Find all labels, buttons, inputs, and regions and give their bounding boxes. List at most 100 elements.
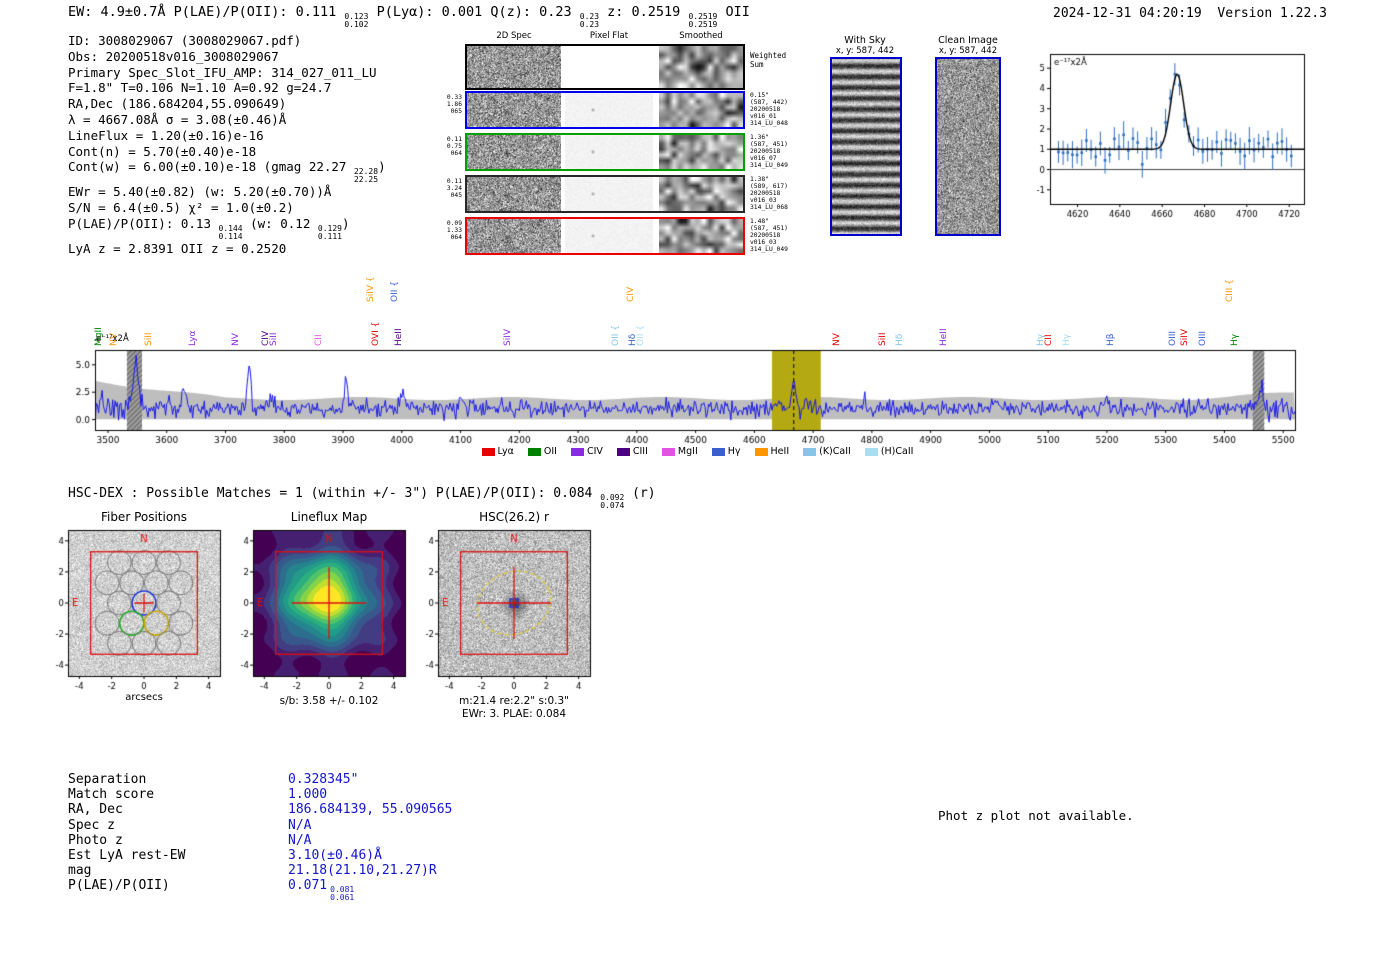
match-table-label: mag xyxy=(68,863,92,879)
legend-swatch xyxy=(527,447,541,456)
legend-label: (H)CaII xyxy=(880,446,914,457)
legend-label: HeII xyxy=(770,446,790,457)
match-table-value: N/A xyxy=(288,832,312,848)
cutout-row-2 xyxy=(465,133,745,171)
full-spectrum-plot xyxy=(55,346,1345,452)
legend-label: (K)CaII xyxy=(819,446,851,457)
match-table-label: Spec z xyxy=(68,817,115,833)
line-label-OII: OII { xyxy=(636,325,647,346)
match-table-row: P(LAE)/P(OII) 0.071 0.081 0.061 xyxy=(68,878,452,902)
cutout-smoothed-image xyxy=(659,93,743,127)
legend-label: Lyα xyxy=(497,446,514,457)
cutout-2dspec-image xyxy=(467,93,561,127)
cutout-smoothed-image xyxy=(659,177,743,211)
emission-line-legend: Lyα OII CIV CIII MgII Hγ HeII (K)CaII (H)CaII xyxy=(95,446,1300,457)
emission-line-label-row: MgII NV SiII Lyα NV CIV SiII CII SiIV {OVI {OII … xyxy=(0,260,1400,348)
line-label-HeII: HeII xyxy=(394,328,405,346)
legend-item-Lyα: Lyα xyxy=(481,446,514,457)
hsc-dex-text: HSC-DEX : Possible Matches = 1 (within +… xyxy=(68,486,601,501)
with-sky-title: With Sky xyxy=(844,35,886,46)
match-table-label: Photo z xyxy=(68,832,123,848)
line-label-SiII: SiII xyxy=(143,332,154,346)
match-table-label: Est LyA rest-EW xyxy=(68,848,186,864)
legend-swatch xyxy=(864,447,878,456)
photz-note: Phot z plot not available. xyxy=(938,808,1134,823)
hsc-dex-text: (r) xyxy=(624,486,656,501)
clean-image-coords: x, y: 587, 442 xyxy=(938,46,998,56)
line-label-Hγ: Hγ xyxy=(1061,333,1072,346)
legend-swatch xyxy=(481,447,495,456)
line-label-Hδ: Hδ xyxy=(894,333,905,346)
legend-swatch xyxy=(803,447,817,456)
line-label-Hβ: Hβ xyxy=(1106,333,1117,346)
match-table-row: mag 21.18(21.10,21.27)R xyxy=(68,863,452,878)
line-label-Lyα: Lyα xyxy=(187,330,198,346)
match-table-value: 186.684139, 55.090565 xyxy=(288,802,453,818)
clean-image xyxy=(935,57,1001,236)
legend-label: CIII xyxy=(632,446,648,457)
match-table-label: P(LAE)/P(OII) xyxy=(68,878,170,894)
legend-swatch xyxy=(616,447,630,456)
hsc-cutout-title: HSC(26.2) r xyxy=(479,510,549,524)
line-label-NV: NV xyxy=(832,333,843,346)
cutout-row-right-label: 1.38" (589, 617) 20200518 v016_03 314_LU_068 xyxy=(750,176,788,211)
main-plot-units-label: e⁻¹⁷x2Å xyxy=(96,334,129,344)
match-table-row: RA, Dec 186.684139, 55.090565 xyxy=(68,802,452,817)
line-label-CII: CII xyxy=(1044,334,1055,346)
line-label-OII: OII { xyxy=(389,281,400,302)
cutout-2dspec-image xyxy=(467,219,561,253)
cutout-pixelflat-image xyxy=(565,177,653,211)
fiber-xaxis-label: arcsecs xyxy=(125,692,163,703)
legend-item-CIII: CIII xyxy=(616,446,648,457)
cutout-row-left-label: 0.11 0.75 064 xyxy=(446,136,462,157)
legend-label: Hγ xyxy=(727,446,741,457)
cutout-smoothed-image xyxy=(659,135,743,169)
cutout-2dspec-image xyxy=(467,46,561,88)
lineflux-map-plot xyxy=(225,524,411,694)
line-label-NV: NV xyxy=(230,333,241,346)
cutout-row-right-label: 1.36" (587, 451) 20200518 v016_07 314_LU_049 xyxy=(750,134,788,169)
line-label-Hγ: Hγ xyxy=(1230,333,1241,346)
legend-swatch xyxy=(570,447,584,456)
cutout-pixelflat-image xyxy=(565,219,653,253)
cutout-row-right-label: 0.15" (587, 442) 20200518 v016_01 314_LU_048 xyxy=(750,92,788,127)
hsc-dex-uncertainty: 0.092 0.074 xyxy=(600,493,625,510)
match-table-value: N/A xyxy=(288,817,312,833)
clean-image-title: Clean Image xyxy=(938,35,998,46)
cutout-row-left-label: 0.33 1.86 065 xyxy=(446,94,462,115)
line-fit-inset-plot xyxy=(1020,46,1312,232)
match-table-label: Separation xyxy=(68,772,147,787)
line-label-CIV: CIV xyxy=(625,286,636,302)
legend-item-HCaII: (H)CaII xyxy=(864,446,914,457)
line-label-SiIV: SiIV xyxy=(503,328,514,346)
line-label-CII: CII xyxy=(314,334,325,346)
hsc-dex-match-summary: HSC-DEX : Possible Matches = 1 (within +… xyxy=(68,486,656,510)
cutout-2dspec-image xyxy=(467,177,561,211)
match-table-label: RA, Dec xyxy=(68,802,123,818)
hsc-caption-2: EWr: 3. PLAE: 0.084 xyxy=(461,708,567,720)
match-table-label: Match score xyxy=(68,787,155,803)
cutout-smoothed-image xyxy=(659,219,743,253)
match-table-value: 0.328345" xyxy=(288,772,359,787)
cutout-row-0 xyxy=(465,44,745,90)
match-table-row: Est LyA rest-EW 3.10(±0.46)Å xyxy=(68,848,452,863)
with-sky-image xyxy=(830,57,902,236)
legend-swatch xyxy=(711,447,725,456)
legend-item-CIV: CIV xyxy=(570,446,603,457)
line-label-SiII: SiII xyxy=(269,332,280,346)
fiber-positions-title: Fiber Positions xyxy=(100,510,188,524)
lineflux-caption: s/b: 3.58 +/- 0.102 xyxy=(279,695,379,707)
cutout-row-left-label: 0.09 1.33 064 xyxy=(446,220,462,241)
legend-swatch xyxy=(661,447,675,456)
match-table-value: 21.18(21.10,21.27)R xyxy=(288,863,437,879)
hsc-image-plot xyxy=(410,524,596,694)
hsc-caption-1: m:21.4 re:2.2" s:0.3" xyxy=(459,695,569,707)
legend-item-OII: OII xyxy=(527,446,557,457)
cutout-row-1 xyxy=(465,91,745,129)
legend-swatch xyxy=(754,447,768,456)
match-table-row: Match score 1.000 xyxy=(68,787,452,802)
match-table-value: 0.071 xyxy=(288,878,328,894)
legend-label: MgII xyxy=(677,446,698,457)
with-sky-coords: x, y: 587, 442 xyxy=(835,46,895,56)
fiber-positions-plot xyxy=(40,524,226,694)
